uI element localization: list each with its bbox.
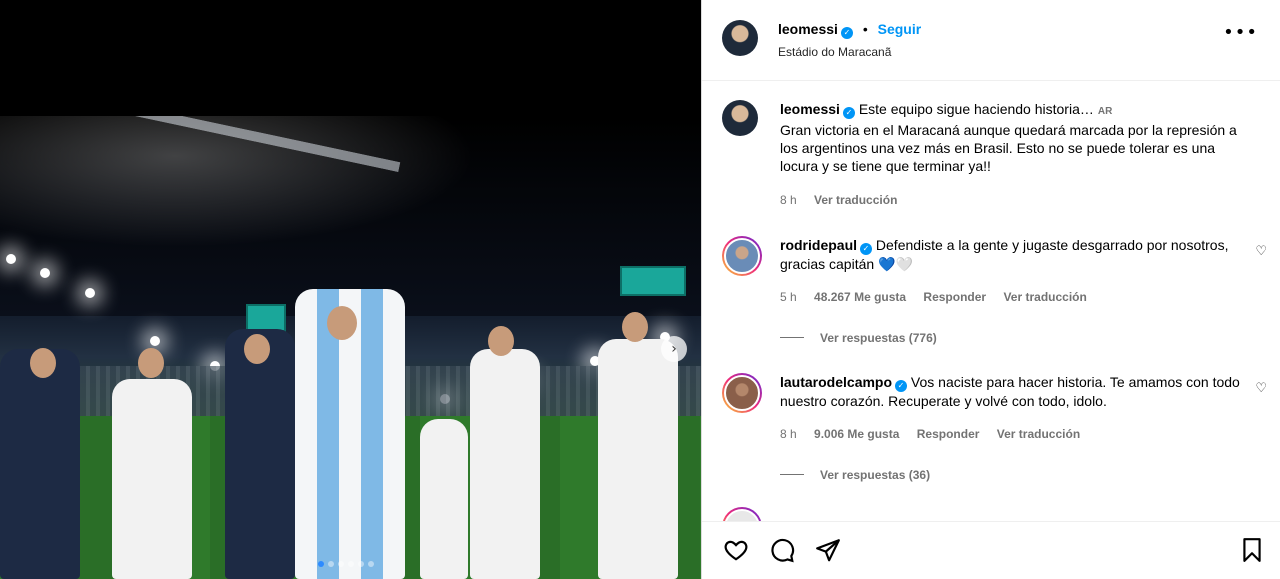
carousel-dot xyxy=(368,561,374,567)
reply-button[interactable]: Responder xyxy=(923,290,986,304)
carousel-dot xyxy=(358,561,364,567)
reply-button[interactable]: Responder xyxy=(917,427,980,441)
follow-button[interactable]: Seguir xyxy=(878,21,922,37)
chevron-right-icon[interactable]: › xyxy=(661,336,687,362)
caption-body: Gran victoria en el Maracaná aunque qued… xyxy=(780,122,1237,174)
caption-first-line: Este equipo sigue haciendo historia… xyxy=(858,101,1094,117)
view-replies-button[interactable]: Ver respuestas (36) xyxy=(780,468,930,482)
like-comment-icon[interactable]: ♡ xyxy=(1255,381,1267,396)
post-photo xyxy=(0,116,701,579)
avatar[interactable] xyxy=(722,20,758,56)
comment-icon[interactable] xyxy=(768,536,796,564)
more-horizontal-icon[interactable]: ••• xyxy=(1223,24,1258,42)
carousel-dot xyxy=(318,561,324,567)
caption-username[interactable]: leomessi xyxy=(780,101,840,117)
comment-likes[interactable]: 9.006 Me gusta xyxy=(814,427,899,441)
post-actions xyxy=(702,521,1280,579)
translate-link[interactable]: Ver traducción xyxy=(997,427,1080,441)
post-header: leomessi ✓ • Seguir Estádio do Maracanã •… xyxy=(702,0,1280,81)
comment-time: 5 h xyxy=(780,290,797,304)
verified-badge-icon: ✓ xyxy=(840,27,853,39)
bookmark-icon[interactable] xyxy=(1238,536,1266,564)
post-media[interactable]: › xyxy=(0,0,701,579)
author-username[interactable]: leomessi xyxy=(778,21,838,37)
instagram-post-modal: › leomessi ✓ • Seguir Estádio do Maracanã… xyxy=(0,0,1280,579)
carousel-dot xyxy=(328,561,334,567)
post-sidebar: leomessi ✓ • Seguir Estádio do Maracanã •… xyxy=(701,0,1280,579)
post-location[interactable]: Estádio do Maracanã xyxy=(778,45,891,59)
comment-username[interactable]: rodridepaul xyxy=(780,237,857,253)
avatar[interactable] xyxy=(722,236,762,276)
avatar[interactable] xyxy=(722,373,762,413)
like-comment-icon[interactable]: ♡ xyxy=(1255,244,1267,259)
avatar[interactable] xyxy=(722,100,758,136)
verified-badge-icon: ✓ xyxy=(842,107,855,119)
carousel-dot xyxy=(338,561,344,567)
comment-username[interactable]: lautarodelcampo xyxy=(780,374,892,390)
carousel-indicator xyxy=(318,561,374,567)
heart-icon[interactable] xyxy=(722,536,750,564)
translate-link[interactable]: Ver traducción xyxy=(1003,290,1086,304)
carousel-dot xyxy=(348,561,354,567)
translate-link[interactable]: Ver traducción xyxy=(814,193,897,207)
verified-badge-icon: ✓ xyxy=(895,380,908,392)
caption-time: 8 h xyxy=(780,193,797,207)
share-icon[interactable] xyxy=(814,536,842,564)
language-badge: AR xyxy=(1097,106,1113,117)
separator: • xyxy=(862,21,868,37)
verified-badge-icon: ✓ xyxy=(860,243,873,255)
comment-time: 8 h xyxy=(780,427,797,441)
stadium-lights xyxy=(0,236,701,411)
comment-likes[interactable]: 48.267 Me gusta xyxy=(814,290,906,304)
view-replies-button[interactable]: Ver respuestas (776) xyxy=(780,331,937,345)
